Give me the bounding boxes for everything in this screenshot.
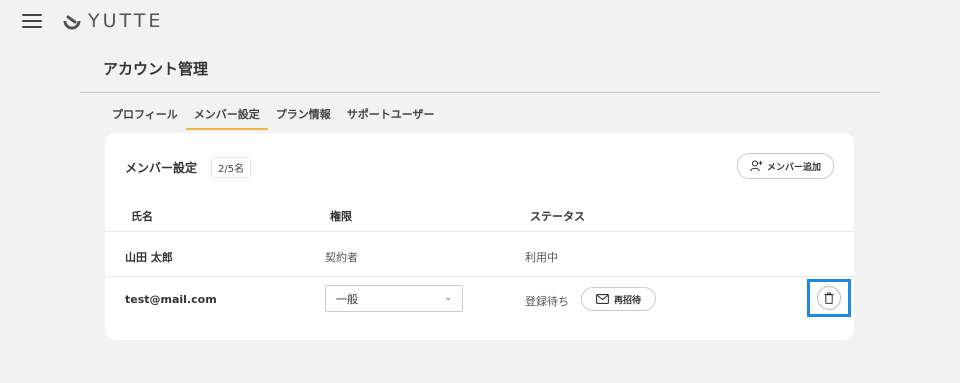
member-settings-card: メンバー設定 2/5名 メンバー追加 氏名 権限 ステータス 山田 太郎 契約者… <box>105 133 854 340</box>
member-name: 山田 太郎 <box>125 251 173 264</box>
delete-member-button[interactable] <box>817 286 841 310</box>
add-user-icon <box>750 160 763 172</box>
chevron-down-icon: ⌄ <box>444 293 452 303</box>
tab-bar: プロフィール メンバー設定 プラン情報 サポートユーザー <box>104 104 443 130</box>
card-title: メンバー設定 <box>125 161 198 175</box>
reinvite-label: 再招待 <box>614 295 642 306</box>
app-logo[interactable]: YUTTE <box>62 10 163 32</box>
top-bar: YUTTE <box>0 0 960 44</box>
role-select[interactable]: 一般 ⌄ <box>325 285 463 312</box>
menu-icon[interactable] <box>22 14 42 28</box>
column-header-status: ステータス <box>530 210 585 223</box>
member-count-badge: 2/5名 <box>211 157 252 178</box>
column-header-role: 権限 <box>330 210 352 223</box>
divider <box>105 276 854 277</box>
tab-plan-info[interactable]: プラン情報 <box>268 104 339 130</box>
tab-profile[interactable]: プロフィール <box>104 104 186 130</box>
logo-text: YUTTE <box>88 10 164 32</box>
card-header: メンバー設定 2/5名 <box>125 157 252 178</box>
column-header-name: 氏名 <box>131 210 153 223</box>
tab-support-users[interactable]: サポートユーザー <box>339 104 443 130</box>
mail-icon <box>596 294 609 304</box>
page-title: アカウント管理 <box>103 60 209 78</box>
tab-member-settings[interactable]: メンバー設定 <box>185 104 268 130</box>
role-select-value: 一般 <box>336 292 358 306</box>
delete-highlight <box>807 279 851 317</box>
member-status: 登録待ち <box>525 295 569 308</box>
logo-mark-icon <box>63 15 81 30</box>
reinvite-button[interactable]: 再招待 <box>581 287 657 311</box>
divider <box>105 231 854 232</box>
divider <box>80 92 880 93</box>
member-status: 利用中 <box>525 251 558 264</box>
trash-icon <box>824 292 834 304</box>
add-member-button[interactable]: メンバー追加 <box>736 153 834 179</box>
member-role: 契約者 <box>325 251 358 264</box>
add-member-label: メンバー追加 <box>766 162 821 173</box>
member-email: test@mail.com <box>125 293 217 306</box>
